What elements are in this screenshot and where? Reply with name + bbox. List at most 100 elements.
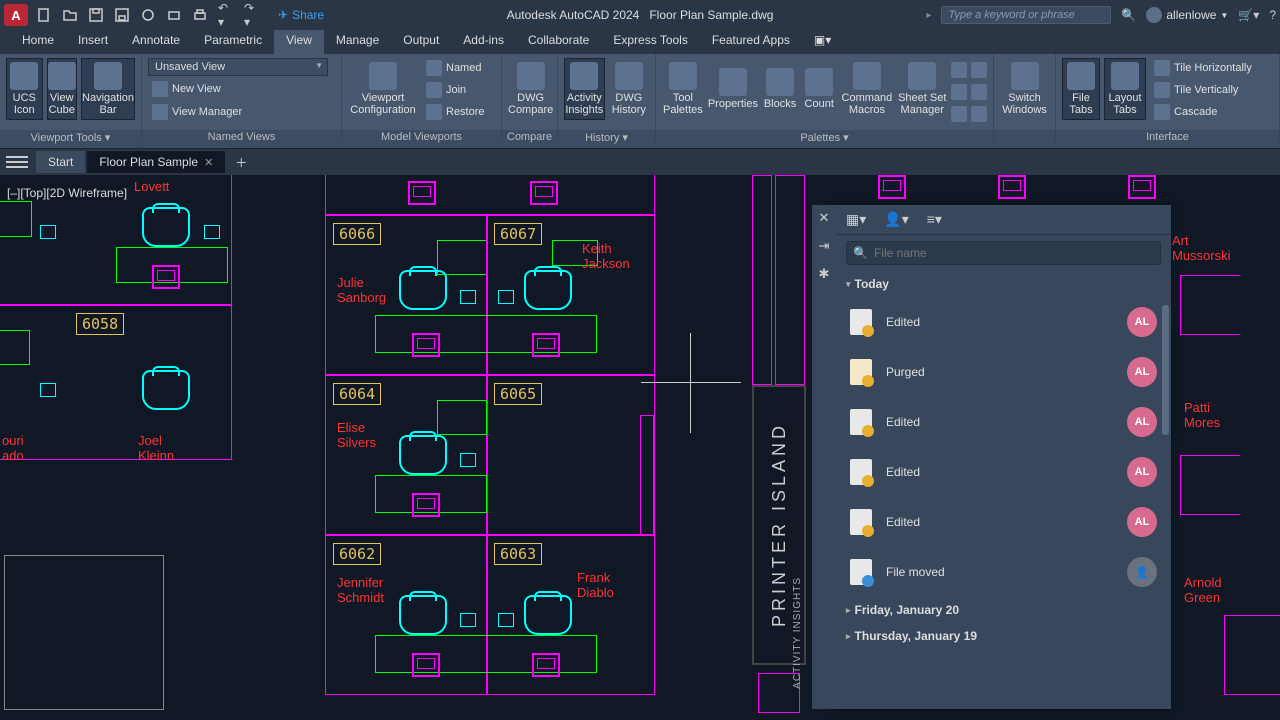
palette-extra-6[interactable]	[971, 106, 987, 122]
tile-vert-button[interactable]: Tile Vertically	[1150, 80, 1256, 100]
panel-search[interactable]: 🔍	[846, 241, 1161, 265]
named-vp-button[interactable]: Named	[422, 58, 489, 78]
doc-tab-start[interactable]: Start	[36, 151, 85, 173]
restore-vp-button[interactable]: Restore	[422, 102, 489, 122]
panel-search-input[interactable]	[874, 246, 1154, 260]
switch-windows-button[interactable]: Switch Windows	[1000, 58, 1049, 120]
palette-extra-4[interactable]	[971, 62, 987, 78]
activity-item[interactable]: PurgedAL	[836, 347, 1171, 397]
list-filter-icon[interactable]: ≡▾	[927, 211, 942, 228]
user-menu[interactable]: allenlowe▼	[1146, 7, 1228, 23]
search-icon[interactable]: 🔍	[1121, 8, 1136, 22]
panel-pin-icon[interactable]: ⇥	[817, 239, 831, 253]
drawing-canvas[interactable]: [–][Top][2D Wireframe] 6066 6067 Julie S…	[0, 175, 1280, 720]
ucs-icon-button[interactable]: UCS Icon	[6, 58, 43, 120]
open-icon[interactable]	[62, 7, 78, 23]
panel-scrollbar[interactable]	[1162, 305, 1169, 435]
panel-close-icon[interactable]: ✕	[817, 211, 831, 225]
navbar-button[interactable]: Navigation Bar	[81, 58, 135, 120]
help-search[interactable]: Type a keyword or phrase	[941, 6, 1111, 24]
palette-extra-2[interactable]	[951, 84, 967, 100]
infocenter-icon[interactable]: 🛒▾	[1238, 8, 1259, 22]
group-viewport-tools[interactable]: Viewport Tools ▾	[0, 130, 141, 148]
name-patti: Patti Mores	[1184, 400, 1220, 430]
new-icon[interactable]	[36, 7, 52, 23]
palette-extra-5[interactable]	[971, 84, 987, 100]
web-icon[interactable]	[140, 7, 156, 23]
layout-tabs-button[interactable]: Layout Tabs	[1104, 58, 1146, 120]
view-manager-button[interactable]: View Manager	[148, 102, 335, 122]
file-tabs-button[interactable]: File Tabs	[1062, 58, 1100, 120]
file-edit-icon	[850, 409, 872, 435]
activity-item[interactable]: EditedAL	[836, 297, 1171, 347]
activity-item[interactable]: EditedAL	[836, 447, 1171, 497]
tab-insert[interactable]: Insert	[66, 30, 120, 54]
group-friday[interactable]: Friday, January 20	[836, 597, 1171, 623]
sheetset-button[interactable]: Sheet Set Manager	[898, 58, 947, 120]
viewport-config-button[interactable]: Viewport Configuration	[348, 58, 418, 120]
named-view-dropdown[interactable]: Unsaved View	[148, 58, 328, 76]
tab-parametric[interactable]: Parametric	[192, 30, 274, 54]
count-button[interactable]: Count	[802, 58, 836, 120]
activity-insights-button[interactable]: Activity Insights	[564, 58, 605, 120]
blocks-button[interactable]: Blocks	[762, 58, 798, 120]
tool-palettes-button[interactable]: Tool Palettes	[662, 58, 704, 120]
command-macros-button[interactable]: Command Macros	[840, 58, 893, 120]
tab-output[interactable]: Output	[391, 30, 451, 54]
undo-icon[interactable]: ↶ ▾	[218, 7, 234, 23]
tab-collaborate[interactable]: Collaborate	[516, 30, 601, 54]
palette-extra-1[interactable]	[951, 62, 967, 78]
group-thursday[interactable]: Thursday, January 19	[836, 623, 1171, 649]
plot-icon[interactable]	[166, 7, 182, 23]
group-today[interactable]: Today	[836, 271, 1171, 297]
palette-extra-3[interactable]	[951, 106, 967, 122]
activity-item[interactable]: File moved👤	[836, 547, 1171, 597]
saveas-icon[interactable]	[114, 7, 130, 23]
crosshair	[641, 382, 741, 383]
panel-settings-icon[interactable]: ✱	[817, 267, 831, 281]
file-tab-menu-icon[interactable]	[6, 156, 28, 168]
activity-item[interactable]: EditedAL	[836, 497, 1171, 547]
view-mode-icon[interactable]: ▦▾	[846, 211, 866, 228]
tile-horiz-button[interactable]: Tile Horizontally	[1150, 58, 1256, 78]
name-ouriado: ouri ado	[2, 433, 24, 463]
activity-item[interactable]: EditedAL	[836, 397, 1171, 447]
save-icon[interactable]	[88, 7, 104, 23]
computer-icon	[460, 290, 476, 304]
tab-view[interactable]: View	[274, 30, 324, 54]
join-vp-button[interactable]: Join	[422, 80, 489, 100]
tab-manage[interactable]: Manage	[324, 30, 391, 54]
cascade-button[interactable]: Cascade	[1150, 102, 1256, 122]
new-view-button[interactable]: New View	[148, 79, 335, 99]
new-tab-button[interactable]: ＋	[227, 150, 255, 175]
viewcube-button[interactable]: View Cube	[47, 58, 78, 120]
computer-icon	[460, 453, 476, 467]
name-lovett: Lovett	[134, 179, 169, 194]
computer-icon	[498, 613, 514, 627]
file-move-icon	[850, 559, 872, 585]
tab-addins[interactable]: Add-ins	[451, 30, 516, 54]
computer-icon	[498, 290, 514, 304]
properties-button[interactable]: Properties	[708, 58, 758, 120]
group-named-views: Named Views	[142, 130, 341, 148]
print-icon[interactable]	[192, 7, 208, 23]
help-icon[interactable]: ?	[1269, 8, 1276, 22]
share-button[interactable]: ✈Share	[278, 8, 324, 22]
panel-title: ACTIVITY INSIGHTS	[792, 577, 803, 689]
doc-tab-floorplan[interactable]: Floor Plan Sample✕	[87, 151, 225, 173]
tab-extra-icon[interactable]: ▣▾	[802, 30, 843, 54]
user-filter-icon[interactable]: 👤▾	[884, 211, 908, 228]
group-history[interactable]: History ▾	[558, 130, 655, 148]
dwg-history-button[interactable]: DWG History	[609, 58, 649, 120]
tab-annotate[interactable]: Annotate	[120, 30, 192, 54]
tab-featured[interactable]: Featured Apps	[700, 30, 802, 54]
group-palettes[interactable]: Palettes ▾	[656, 130, 993, 148]
redo-icon[interactable]: ↷ ▾	[244, 7, 260, 23]
name-joel: Joel Kleinn	[138, 433, 174, 463]
file-edit-icon	[850, 459, 872, 485]
close-tab-icon[interactable]: ✕	[204, 156, 213, 169]
tab-home[interactable]: Home	[10, 30, 66, 54]
dwg-compare-button[interactable]: DWG Compare	[508, 58, 553, 120]
app-logo[interactable]: A	[4, 4, 28, 26]
tab-express[interactable]: Express Tools	[601, 30, 699, 54]
